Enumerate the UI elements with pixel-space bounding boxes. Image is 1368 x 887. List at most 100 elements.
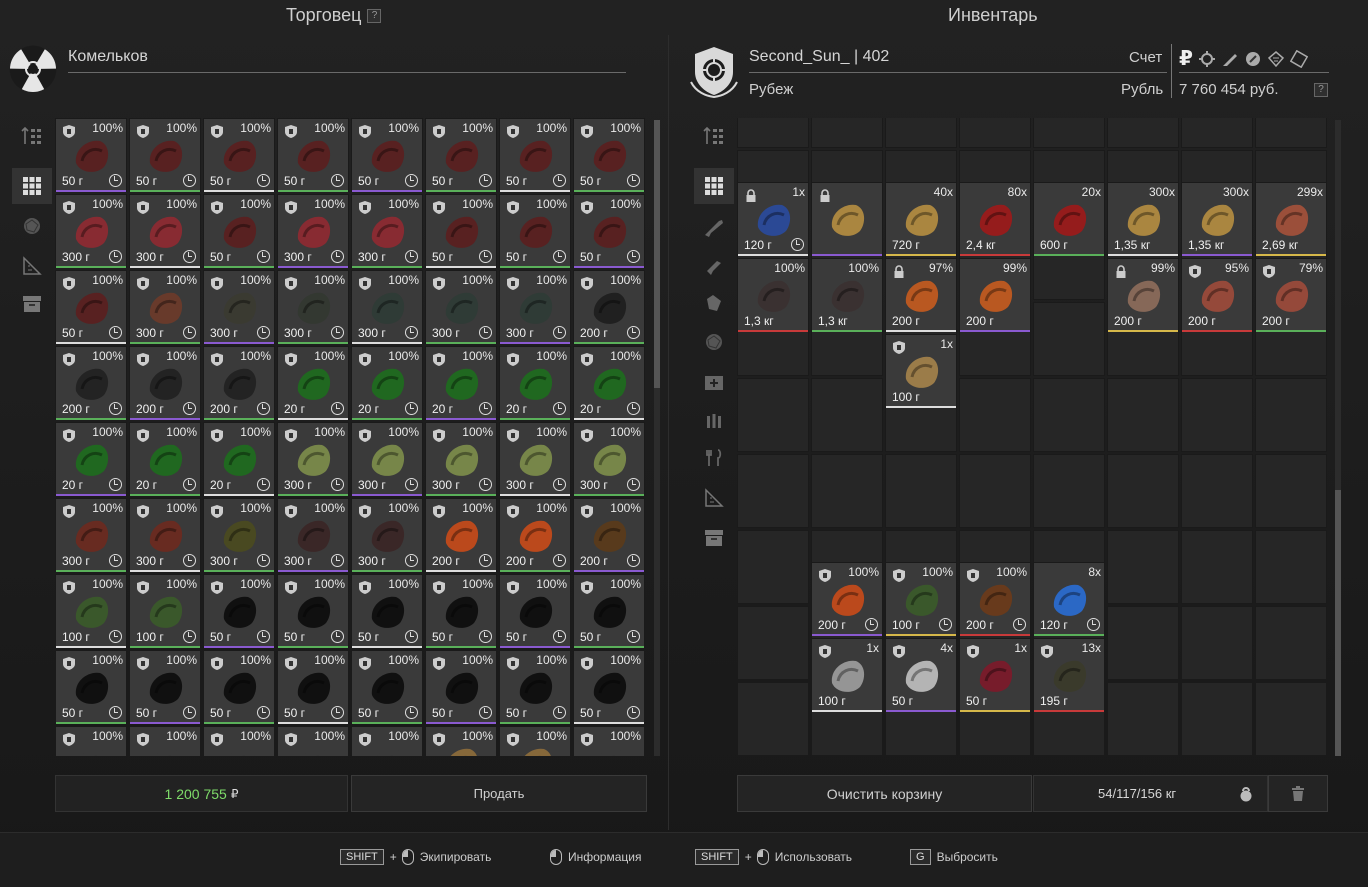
inventory-item-slot[interactable]: 79% 200 г	[1255, 258, 1327, 332]
currency-ruble-icon[interactable]: ₽	[1179, 46, 1193, 71]
inventory-empty-slot[interactable]	[1181, 118, 1253, 148]
inventory-item-slot[interactable]: 4x 50 г	[885, 638, 957, 712]
currency-ticket-icon[interactable]	[1267, 50, 1285, 68]
inventory-item-slot[interactable]: 100% 1,3 кг	[811, 258, 883, 332]
trader-item-slot[interactable]: 100% 50 г	[129, 650, 201, 724]
inventory-scroll-thumb[interactable]	[1335, 490, 1341, 756]
currency-coin-icon[interactable]	[1244, 50, 1262, 68]
inv-tab-food-icon[interactable]	[694, 440, 734, 476]
inventory-item-slot[interactable]: 100% 100 г	[885, 562, 957, 636]
inventory-empty-slot[interactable]	[1107, 606, 1179, 680]
trader-item-slot[interactable]: 100% 50 г	[499, 650, 571, 724]
trader-item-slot[interactable]: 100% 200 г	[499, 498, 571, 572]
inventory-empty-slot[interactable]	[811, 454, 883, 528]
inventory-item-slot[interactable]: 1x 50 г	[959, 638, 1031, 712]
inventory-item-slot[interactable]: 100% 200 г	[959, 562, 1031, 636]
inventory-item-slot[interactable]: 13x 195 г	[1033, 638, 1105, 712]
inventory-empty-slot[interactable]	[1107, 530, 1179, 604]
trader-item-slot[interactable]: 100% 200 г	[573, 498, 645, 572]
inventory-item-slot[interactable]: 80x 2,4 кг	[959, 182, 1031, 256]
trader-item-slot[interactable]: 100% 50 г	[351, 650, 423, 724]
trader-item-slot[interactable]: 100% 50 г	[573, 194, 645, 268]
trader-item-slot[interactable]: 100% 20 г	[55, 422, 127, 496]
inv-tab-rifle-icon[interactable]	[694, 210, 734, 246]
inventory-item-slot[interactable]: 99% 200 г	[1107, 258, 1179, 332]
balance-help-button[interactable]: ?	[1314, 83, 1328, 97]
trader-scrollbar[interactable]	[654, 120, 660, 756]
trader-item-slot[interactable]: 100% 100 г	[129, 574, 201, 648]
trader-item-slot[interactable]: 100% 200 г	[55, 346, 127, 420]
trader-item-slot[interactable]: 100% 20 г	[203, 422, 275, 496]
trader-item-slot[interactable]: 100% 20 г	[499, 346, 571, 420]
trader-item-slot[interactable]: 100% 50 г	[277, 118, 349, 192]
inventory-empty-slot[interactable]	[885, 454, 957, 528]
trader-help-button[interactable]: ?	[367, 9, 382, 24]
inventory-empty-slot[interactable]	[959, 118, 1031, 148]
inventory-empty-slot[interactable]	[1181, 530, 1253, 604]
trader-item-slot[interactable]: 100% 300 г	[277, 270, 349, 344]
inventory-item-slot[interactable]: 300x 1,35 кг	[1107, 182, 1179, 256]
trader-item-slot[interactable]: 100% 300 г	[277, 422, 349, 496]
trader-item-slot[interactable]: 100% 300 г	[499, 422, 571, 496]
trader-item-slot[interactable]: 100%	[277, 726, 349, 756]
inventory-item-slot[interactable]: 100% 1,3 кг	[737, 258, 809, 332]
inventory-item-slot[interactable]: 1x 120 г	[737, 182, 809, 256]
trader-item-slot[interactable]: 100% 50 г	[55, 650, 127, 724]
trader-scroll-thumb[interactable]	[654, 120, 660, 388]
inv-tab-all-grid-icon[interactable]	[694, 168, 734, 204]
tab-all-grid-icon[interactable]	[12, 168, 52, 204]
inventory-empty-slot[interactable]	[811, 378, 883, 452]
inventory-empty-slot[interactable]	[1181, 606, 1253, 680]
tab-storage-icon[interactable]	[12, 286, 52, 322]
trader-item-slot[interactable]: 100%	[499, 726, 571, 756]
trader-item-slot[interactable]: 100% 50 г	[425, 650, 497, 724]
inv-tab-ammo-icon[interactable]	[694, 402, 734, 438]
inventory-item-slot[interactable]: 99% 200 г	[959, 258, 1031, 332]
trader-item-slot[interactable]: 100% 50 г	[573, 118, 645, 192]
trader-item-slot[interactable]: 100% 50 г	[573, 650, 645, 724]
inventory-empty-slot[interactable]	[1255, 118, 1327, 148]
trader-item-slot[interactable]: 100% 50 г	[499, 194, 571, 268]
inventory-empty-slot[interactable]	[737, 530, 809, 604]
trader-item-slot[interactable]: 100% 20 г	[277, 346, 349, 420]
inventory-empty-slot[interactable]	[737, 118, 809, 148]
inventory-empty-slot[interactable]	[1033, 454, 1105, 528]
trader-item-slot[interactable]: 100% 300 г	[277, 194, 349, 268]
trader-item-slot[interactable]: 100% 50 г	[277, 650, 349, 724]
sort-icon[interactable]	[12, 118, 52, 154]
inv-tab-armor-icon[interactable]	[694, 286, 734, 322]
currency-knife-icon[interactable]	[1221, 50, 1239, 68]
trader-item-slot[interactable]: 100%	[129, 726, 201, 756]
inventory-empty-slot[interactable]	[959, 378, 1031, 452]
trader-item-slot[interactable]: 100% 300 г	[351, 270, 423, 344]
inventory-empty-slot[interactable]	[1181, 378, 1253, 452]
inventory-empty-slot[interactable]	[1255, 378, 1327, 452]
trader-item-slot[interactable]: 100% 100 г	[55, 574, 127, 648]
trader-item-slot[interactable]: 100% 50 г	[55, 118, 127, 192]
inventory-empty-slot[interactable]	[811, 118, 883, 148]
trader-item-slot[interactable]: 100% 50 г	[499, 118, 571, 192]
trader-item-slot[interactable]: 100% 300 г	[277, 498, 349, 572]
inventory-item-slot[interactable]: 20x 600 г	[1033, 182, 1105, 256]
trader-item-slot[interactable]: 100% 50 г	[425, 118, 497, 192]
trader-item-slot[interactable]: 100% 300 г	[203, 498, 275, 572]
trader-item-slot[interactable]: 100% 300 г	[425, 422, 497, 496]
inventory-item-slot[interactable]: 95% 200 г	[1181, 258, 1253, 332]
trader-item-slot[interactable]: 100% 50 г	[55, 270, 127, 344]
inventory-empty-slot[interactable]	[1107, 378, 1179, 452]
trader-item-slot[interactable]: 100% 300 г	[573, 422, 645, 496]
inventory-item-slot[interactable]: 8x 120 г	[1033, 562, 1105, 636]
trader-item-slot[interactable]: 100% 200 г	[129, 346, 201, 420]
inventory-empty-slot[interactable]	[1107, 118, 1179, 148]
trader-item-slot[interactable]: 100% 50 г	[351, 574, 423, 648]
inventory-item-slot[interactable]: 300x 1,35 кг	[1181, 182, 1253, 256]
inventory-empty-slot[interactable]	[1033, 118, 1105, 148]
trader-item-slot[interactable]: 100% 300 г	[499, 270, 571, 344]
inv-tab-storage-icon[interactable]	[694, 520, 734, 556]
inventory-scrollbar[interactable]	[1335, 120, 1341, 756]
inventory-empty-slot[interactable]	[1107, 682, 1179, 756]
inventory-empty-slot[interactable]	[1255, 454, 1327, 528]
trader-item-slot[interactable]: 100% 300 г	[55, 498, 127, 572]
inventory-item-slot[interactable]	[811, 182, 883, 256]
trader-item-slot[interactable]: 100%	[55, 726, 127, 756]
